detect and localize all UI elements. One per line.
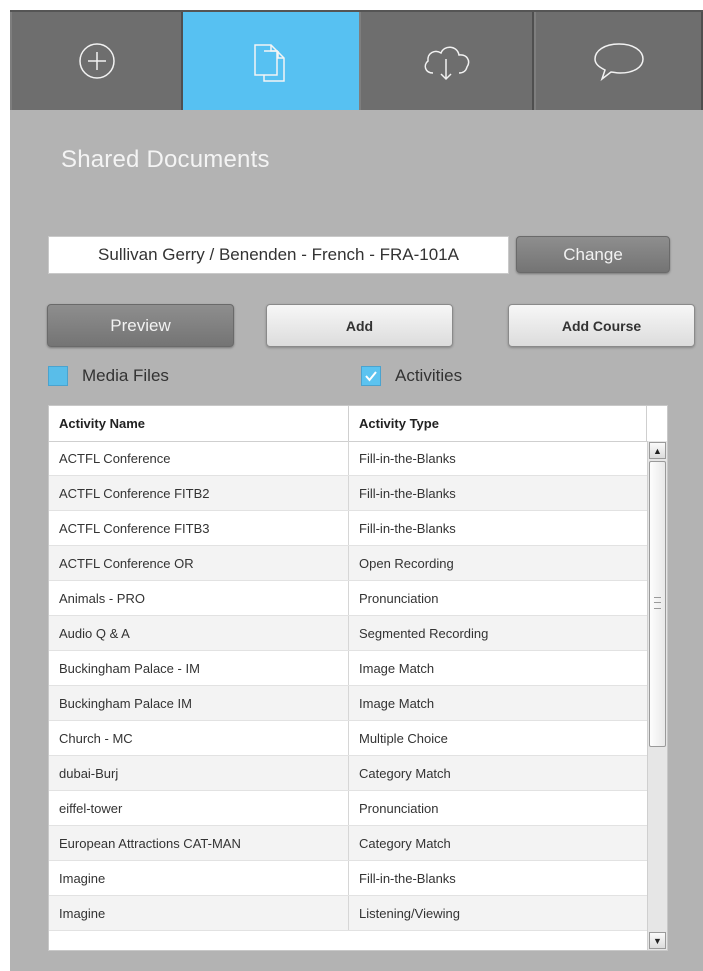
activity-name-cell: Buckingham Palace IM xyxy=(49,686,349,720)
activity-type-cell: Fill-in-the-Blanks xyxy=(359,485,456,501)
table-row[interactable]: Buckingham Palace - IM Image Match xyxy=(49,651,647,686)
tab-add[interactable] xyxy=(10,12,183,110)
activity-name-cell: Buckingham Palace - IM xyxy=(49,651,349,685)
vertical-scrollbar[interactable]: ▲ ▼ xyxy=(647,441,667,950)
media-files-label: Media Files xyxy=(82,366,169,385)
activity-name-cell: Imagine xyxy=(49,896,349,930)
checkmark-icon[interactable] xyxy=(361,366,381,386)
table-row[interactable]: ACTFL Conference FITB2 Fill-in-the-Blanks xyxy=(49,476,647,511)
tab-documents[interactable] xyxy=(183,12,359,110)
speech-bubble-icon xyxy=(593,43,644,82)
table-row[interactable]: Buckingham Palace IM Image Match xyxy=(49,686,647,721)
tab-messages[interactable] xyxy=(534,12,703,110)
tab-bar xyxy=(10,10,703,110)
activity-type-cell: Pronunciation xyxy=(359,590,439,606)
activity-name-cell: Church - MC xyxy=(49,721,349,755)
activities-checkbox[interactable]: Activities xyxy=(361,366,462,386)
activity-name-cell: European Attractions CAT-MAN xyxy=(49,826,349,860)
table-row[interactable]: Imagine Listening/Viewing xyxy=(49,896,647,931)
table-body: ACTFL Conference Fill-in-the-Blanks ACTFL … xyxy=(49,441,647,931)
change-button[interactable]: Change xyxy=(516,236,670,273)
add-circle-icon xyxy=(78,43,115,79)
activity-name-cell: Imagine xyxy=(49,861,349,895)
cloud-download-icon xyxy=(424,46,469,81)
activity-type-cell: Multiple Choice xyxy=(359,730,448,746)
activity-type-cell: Category Match xyxy=(359,765,451,781)
add-button[interactable]: Add xyxy=(266,304,453,347)
course-field[interactable]: Sullivan Gerry / Benenden - French - FRA… xyxy=(48,236,509,274)
table-row[interactable]: dubai-Burj Category Match xyxy=(49,756,647,791)
scrollbar-thumb[interactable] xyxy=(649,461,666,747)
activities-table: Activity Name Activity Type ACTFL Confer… xyxy=(48,405,668,951)
table-row[interactable]: ACTFL Conference FITB3 Fill-in-the-Blanks xyxy=(49,511,647,546)
table-row[interactable]: Church - MC Multiple Choice xyxy=(49,721,647,756)
table-row[interactable]: eiffel-tower Pronunciation xyxy=(49,791,647,826)
activities-label: Activities xyxy=(395,366,463,385)
table-row[interactable]: ACTFL Conference Fill-in-the-Blanks xyxy=(49,441,647,476)
add-course-button[interactable]: Add Course xyxy=(508,304,695,347)
media-files-checkbox[interactable]: Media Files xyxy=(48,366,169,386)
scroll-up-icon[interactable]: ▲ xyxy=(649,442,666,459)
activity-type-cell: Image Match xyxy=(359,660,435,676)
activity-name-cell: eiffel-tower xyxy=(49,791,349,825)
documents-icon xyxy=(254,44,285,82)
activity-type-cell: Open Recording xyxy=(359,555,454,571)
table-row[interactable]: European Attractions CAT-MAN Category Mat… xyxy=(49,826,647,861)
activity-name-cell: ACTFL Conference FITB2 xyxy=(49,476,349,510)
activity-type-cell: Pronunciation xyxy=(359,800,439,816)
activity-name-cell: ACTFL Conference xyxy=(49,441,349,475)
column-header-activity-type[interactable]: Activity Type xyxy=(349,406,647,441)
checkbox-unchecked-icon[interactable] xyxy=(48,366,68,386)
activity-type-cell: Fill-in-the-Blanks xyxy=(359,450,456,466)
activity-type-cell: Category Match xyxy=(359,835,451,851)
activity-type-cell: Listening/Viewing xyxy=(359,905,460,921)
column-header-activity-name[interactable]: Activity Name xyxy=(49,406,349,441)
activity-type-cell: Segmented Recording xyxy=(359,625,489,641)
preview-button[interactable]: Preview xyxy=(47,304,234,347)
table-header: Activity Name Activity Type xyxy=(49,406,667,442)
activity-name-cell: dubai-Burj xyxy=(49,756,349,790)
page-title: Shared Documents xyxy=(61,146,270,173)
activity-type-cell: Fill-in-the-Blanks xyxy=(359,520,456,536)
activity-type-cell: Fill-in-the-Blanks xyxy=(359,870,456,886)
scroll-down-icon[interactable]: ▼ xyxy=(649,932,666,949)
table-row[interactable]: ACTFL Conference OR Open Recording xyxy=(49,546,647,581)
activity-type-cell: Image Match xyxy=(359,695,435,711)
shared-documents-panel: Shared Documents Sullivan Gerry / Benend… xyxy=(10,10,703,971)
table-row[interactable]: Audio Q & A Segmented Recording xyxy=(49,616,647,651)
activity-name-cell: Animals - PRO xyxy=(49,581,349,615)
activity-name-cell: Audio Q & A xyxy=(49,616,349,650)
table-row[interactable]: Imagine Fill-in-the-Blanks xyxy=(49,861,647,896)
tab-download[interactable] xyxy=(359,12,534,110)
activity-name-cell: ACTFL Conference FITB3 xyxy=(49,511,349,545)
activity-name-cell: ACTFL Conference OR xyxy=(49,546,349,580)
grip-icon xyxy=(654,597,661,609)
table-row[interactable]: Animals - PRO Pronunciation xyxy=(49,581,647,616)
